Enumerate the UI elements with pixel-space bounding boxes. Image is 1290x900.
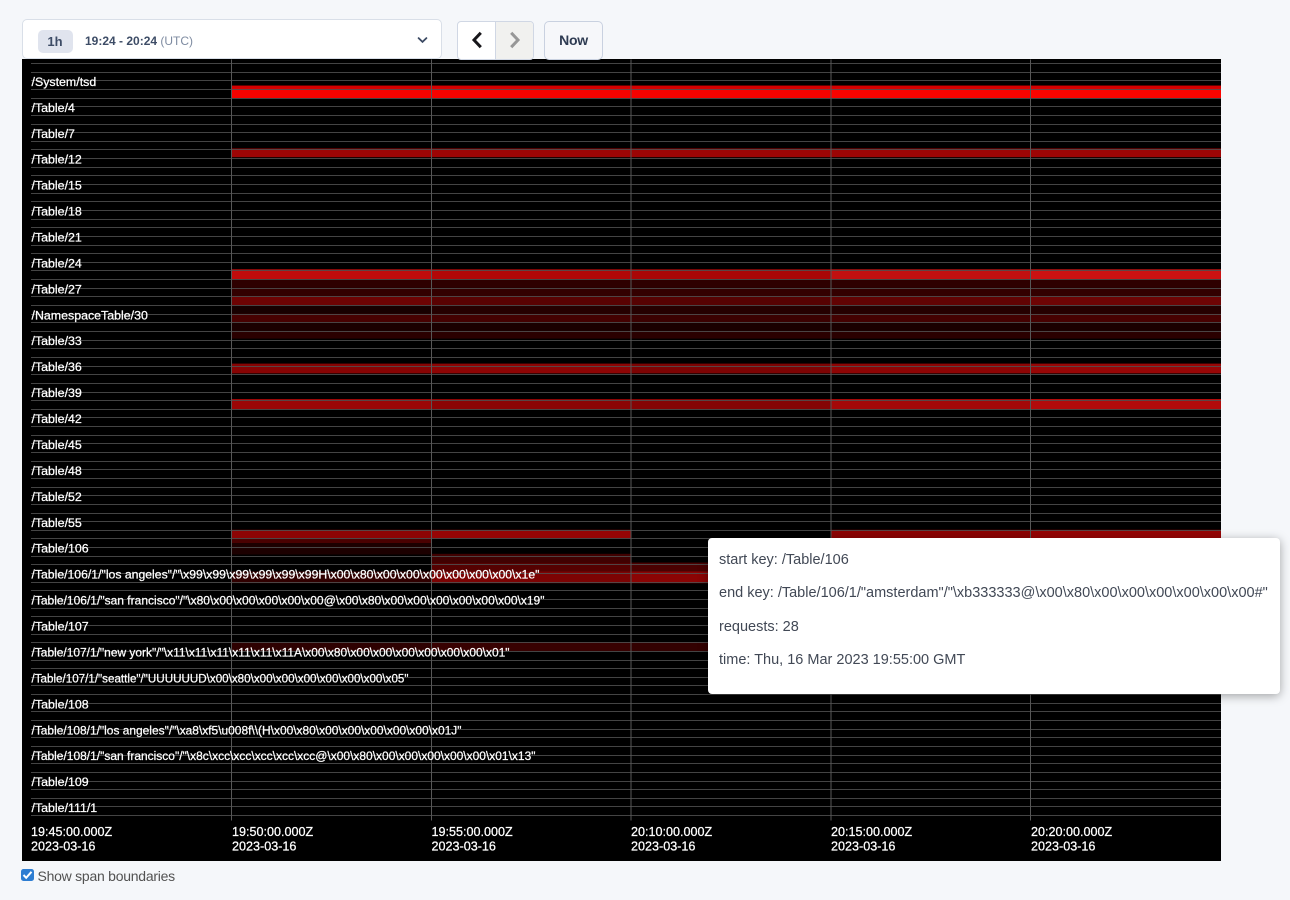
svg-text:/Table/108/1/"los angeles"/"\x: /Table/108/1/"los angeles"/"\xa8\xf5\u00… (32, 723, 462, 737)
svg-text:/Table/107/1/"new york"/"\x11\: /Table/107/1/"new york"/"\x11\x11\x11\x1… (32, 645, 510, 659)
svg-text:19:45:00.000Z: 19:45:00.000Z (31, 825, 113, 839)
svg-text:2023-03-16: 2023-03-16 (232, 840, 296, 854)
svg-text:/Table/107/1/"seattle"/"UUUUUU: /Table/107/1/"seattle"/"UUUUUUD\x00\x80\… (32, 671, 409, 685)
svg-text:/Table/42: /Table/42 (32, 412, 82, 426)
svg-text:/Table/48: /Table/48 (32, 464, 82, 478)
svg-text:/Table/108: /Table/108 (32, 697, 89, 711)
svg-text:19:50:00.000Z: 19:50:00.000Z (232, 825, 314, 839)
svg-text:/Table/111/1: /Table/111/1 (32, 801, 98, 815)
svg-text:/Table/15: /Table/15 (32, 179, 82, 193)
svg-text:/Table/55: /Table/55 (32, 516, 82, 530)
svg-text:/Table/52: /Table/52 (32, 490, 82, 504)
svg-text:/Table/18: /Table/18 (32, 205, 82, 219)
svg-text:/Table/33: /Table/33 (32, 334, 82, 348)
svg-text:/Table/45: /Table/45 (32, 438, 82, 452)
svg-text:/Table/106: /Table/106 (32, 542, 89, 556)
svg-text:/Table/106/1/"los angeles"/"\x: /Table/106/1/"los angeles"/"\x99\x99\x99… (32, 568, 540, 582)
svg-text:/Table/7: /Table/7 (32, 127, 76, 141)
svg-text:/Table/12: /Table/12 (32, 153, 82, 167)
svg-text:20:15:00.000Z: 20:15:00.000Z (831, 825, 913, 839)
svg-text:/Table/21: /Table/21 (32, 231, 82, 245)
svg-text:/Table/39: /Table/39 (32, 386, 82, 400)
svg-text:2023-03-16: 2023-03-16 (31, 840, 95, 854)
svg-text:20:20:00.000Z: 20:20:00.000Z (1031, 825, 1113, 839)
svg-text:/Table/27: /Table/27 (32, 282, 82, 296)
svg-text:/Table/108/1/"san francisco"/": /Table/108/1/"san francisco"/"\x8c\xcc\x… (32, 749, 536, 763)
svg-text:/Table/106/1/"san francisco"/": /Table/106/1/"san francisco"/"\x80\x00\x… (32, 594, 545, 608)
svg-text:/System/tsd: /System/tsd (32, 75, 97, 89)
svg-text:/Table/107: /Table/107 (32, 620, 89, 634)
svg-text:2023-03-16: 2023-03-16 (432, 840, 496, 854)
svg-text:20:10:00.000Z: 20:10:00.000Z (631, 825, 713, 839)
svg-text:/Table/4: /Table/4 (32, 101, 76, 115)
svg-text:19:55:00.000Z: 19:55:00.000Z (432, 825, 514, 839)
svg-text:/NamespaceTable/30: /NamespaceTable/30 (32, 308, 149, 322)
svg-text:/Table/109: /Table/109 (32, 775, 89, 789)
svg-text:/Table/24: /Table/24 (32, 256, 82, 270)
svg-text:2023-03-16: 2023-03-16 (831, 840, 895, 854)
svg-text:2023-03-16: 2023-03-16 (631, 840, 695, 854)
svg-text:/Table/36: /Table/36 (32, 360, 82, 374)
svg-text:2023-03-16: 2023-03-16 (1031, 840, 1095, 854)
